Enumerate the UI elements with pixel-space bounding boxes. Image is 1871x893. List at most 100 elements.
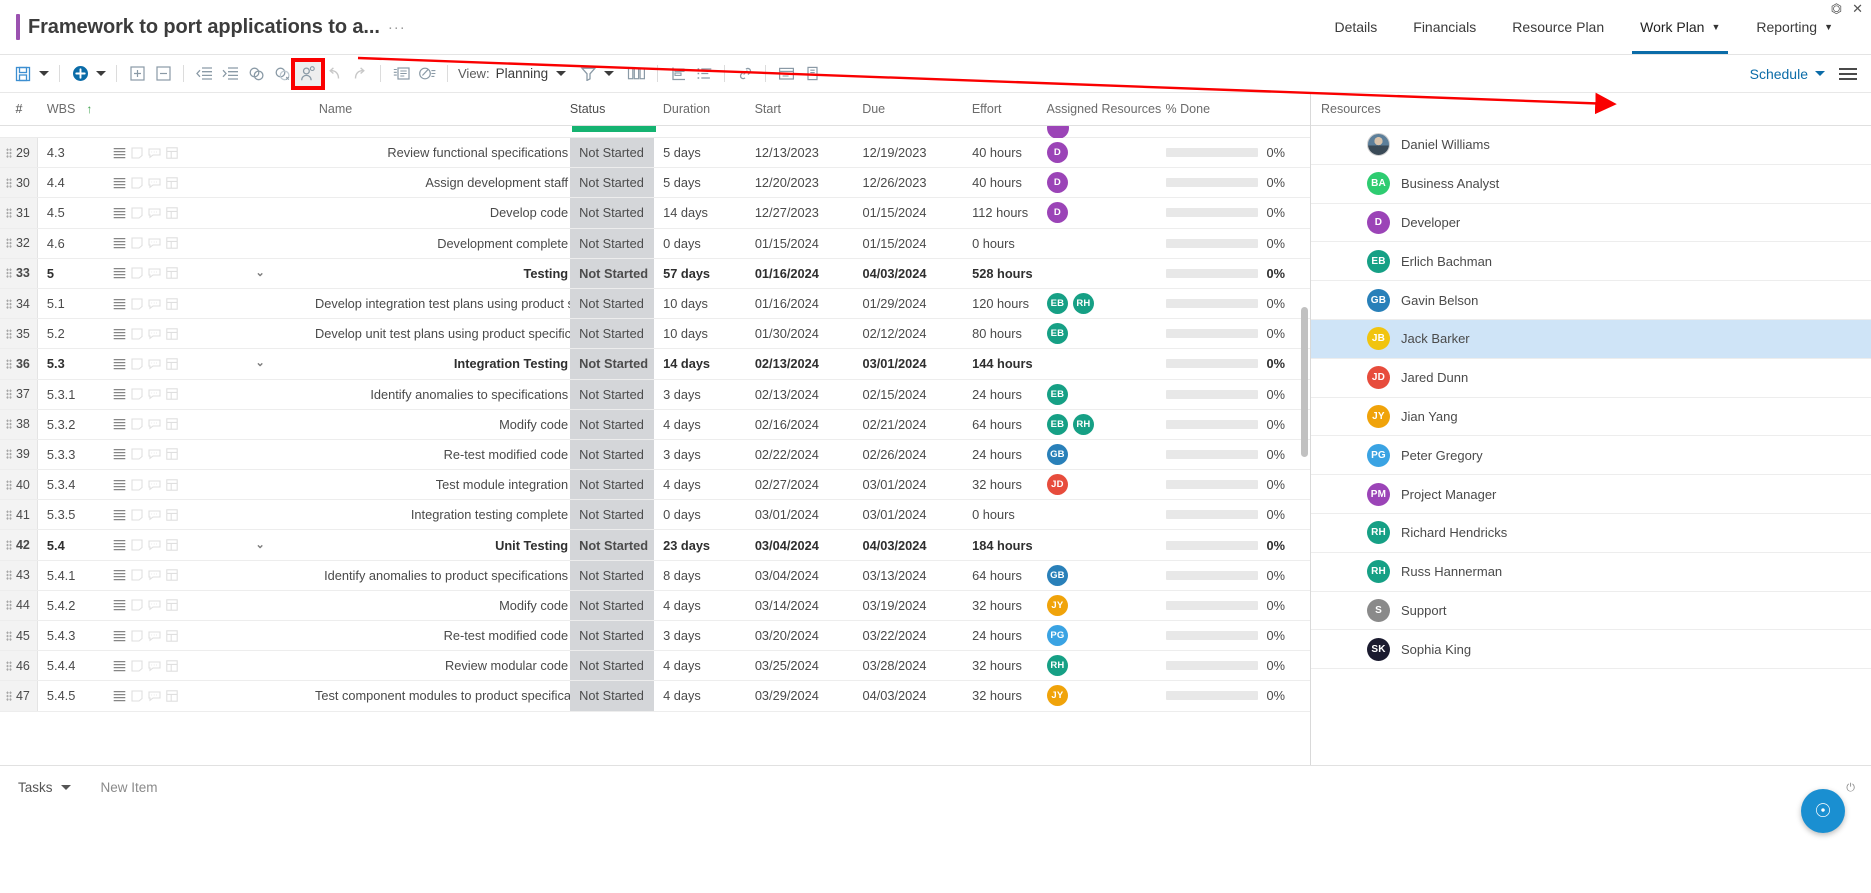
link-tasks-button[interactable] bbox=[243, 62, 269, 86]
attachment-icon[interactable] bbox=[131, 479, 143, 491]
details-icon[interactable] bbox=[165, 660, 178, 672]
grid-vertical-scrollbar[interactable] bbox=[1301, 127, 1308, 727]
collapse-all-button[interactable] bbox=[150, 62, 176, 86]
comment-icon[interactable] bbox=[148, 207, 161, 219]
column-header-done[interactable]: % Done bbox=[1161, 93, 1310, 125]
attachment-icon[interactable] bbox=[131, 328, 143, 340]
unlink-tasks-button[interactable] bbox=[269, 62, 295, 86]
details-icon[interactable] bbox=[165, 327, 178, 340]
avatar[interactable]: RH bbox=[1072, 293, 1094, 315]
notes-button[interactable] bbox=[388, 62, 414, 86]
task-menu-icon[interactable] bbox=[113, 418, 126, 430]
row-drag-handle[interactable]: 36 bbox=[0, 349, 38, 379]
cell-percent-done[interactable]: 0% bbox=[1161, 598, 1311, 613]
column-header-due[interactable]: Due bbox=[853, 93, 963, 125]
comment-icon[interactable] bbox=[148, 630, 161, 642]
attachment-icon[interactable] bbox=[131, 539, 143, 551]
table-row[interactable]: 41 5.3.5 Integration testing complete No… bbox=[0, 500, 1310, 531]
help-bubble-icon[interactable]: ☉ bbox=[1801, 789, 1845, 833]
filter-dropdown[interactable] bbox=[601, 62, 617, 86]
cell-percent-done[interactable]: 0% bbox=[1161, 356, 1311, 371]
attachment-icon[interactable] bbox=[131, 418, 143, 430]
avatar[interactable]: PG bbox=[1046, 625, 1068, 647]
comment-icon[interactable] bbox=[148, 358, 161, 370]
row-drag-handle[interactable]: 41 bbox=[0, 500, 38, 530]
task-menu-icon[interactable] bbox=[113, 207, 126, 219]
title-more-icon[interactable]: ··· bbox=[388, 19, 406, 40]
row-drag-handle[interactable]: 46 bbox=[0, 651, 38, 681]
comment-icon[interactable] bbox=[148, 509, 161, 521]
attachment-icon[interactable] bbox=[131, 177, 143, 189]
task-menu-icon[interactable] bbox=[113, 237, 126, 249]
power-icon[interactable]: ⏻ bbox=[1846, 782, 1855, 795]
cell-percent-done[interactable]: 0% bbox=[1161, 387, 1311, 402]
cell-assigned-resources[interactable]: GB bbox=[1041, 564, 1161, 586]
tasks-dropdown[interactable]: Tasks bbox=[18, 780, 71, 795]
task-menu-icon[interactable] bbox=[113, 630, 126, 642]
table-row[interactable]: 46 5.4.4 Review modular code Not Started… bbox=[0, 651, 1310, 682]
details-icon[interactable] bbox=[165, 267, 178, 280]
comment-icon[interactable] bbox=[148, 298, 161, 310]
resource-list-item[interactable]: PM Project Manager bbox=[1311, 475, 1871, 514]
cell-percent-done[interactable]: 0% bbox=[1161, 205, 1311, 220]
nav-item-details[interactable]: Details bbox=[1316, 0, 1395, 54]
avatar[interactable]: RH bbox=[1072, 413, 1094, 435]
nav-item-financials[interactable]: Financials bbox=[1395, 0, 1494, 54]
task-menu-icon[interactable] bbox=[113, 267, 126, 279]
row-drag-handle[interactable]: 42 bbox=[0, 530, 38, 560]
table-row[interactable]: 35 5.2 Develop unit test plans using pro… bbox=[0, 319, 1310, 350]
comment-icon[interactable] bbox=[148, 328, 161, 340]
row-expander[interactable]: ⌄ bbox=[205, 358, 315, 369]
details-icon[interactable] bbox=[165, 146, 178, 159]
comment-icon[interactable] bbox=[148, 660, 161, 672]
attachment-icon[interactable] bbox=[131, 599, 143, 611]
comment-icon[interactable] bbox=[148, 448, 161, 460]
row-drag-handle[interactable]: 39 bbox=[0, 439, 38, 470]
resource-list-item[interactable]: JY Jian Yang bbox=[1311, 398, 1871, 437]
row-drag-handle[interactable]: 35 bbox=[0, 319, 38, 349]
task-menu-icon[interactable] bbox=[113, 509, 126, 521]
details-icon[interactable] bbox=[165, 690, 178, 702]
cell-percent-done[interactable]: 0% bbox=[1161, 266, 1311, 281]
expand-all-button[interactable] bbox=[124, 62, 150, 86]
columns-icon[interactable] bbox=[623, 62, 650, 86]
hamburger-menu-icon[interactable] bbox=[1839, 67, 1857, 80]
undo-button[interactable] bbox=[321, 62, 347, 86]
attachment-icon[interactable] bbox=[131, 569, 143, 581]
resource-list-item[interactable]: SK Sophia King bbox=[1311, 630, 1871, 670]
table-row[interactable]: 36 5.3 ⌄ Integration Testing Not Started… bbox=[0, 349, 1311, 380]
indent-button[interactable] bbox=[217, 62, 243, 86]
details-icon[interactable] bbox=[165, 358, 178, 370]
details-icon[interactable] bbox=[165, 539, 178, 551]
attachment-icon[interactable] bbox=[131, 660, 143, 672]
comment-icon[interactable] bbox=[148, 690, 161, 702]
row-drag-handle[interactable]: 38 bbox=[0, 409, 38, 439]
table-row[interactable]: 45 5.4.3 Re-test modified code Not Start… bbox=[0, 621, 1311, 652]
details-icon[interactable] bbox=[165, 237, 178, 249]
row-drag-handle[interactable]: 32 bbox=[0, 228, 38, 258]
cell-percent-done[interactable]: 0% bbox=[1161, 236, 1311, 251]
table-row[interactable]: 29 4.3 Review functional specifications … bbox=[0, 138, 1310, 169]
cell-percent-done[interactable]: 0% bbox=[1161, 628, 1311, 643]
details-icon[interactable] bbox=[165, 478, 178, 491]
cell-percent-done[interactable]: 0% bbox=[1161, 538, 1311, 553]
row-drag-handle[interactable]: 47 bbox=[0, 681, 38, 711]
cell-assigned-resources[interactable]: JY bbox=[1041, 594, 1161, 616]
nav-item-reporting[interactable]: Reporting ▼ bbox=[1738, 0, 1851, 54]
attachment-icon[interactable] bbox=[131, 358, 143, 370]
task-menu-icon[interactable] bbox=[113, 539, 126, 551]
column-header-resources[interactable]: Assigned Resources bbox=[1041, 93, 1162, 125]
view-value[interactable]: Planning bbox=[496, 66, 549, 81]
cell-assigned-resources[interactable]: EB bbox=[1041, 383, 1161, 405]
attachment-icon[interactable] bbox=[131, 630, 143, 642]
row-drag-handle[interactable]: 45 bbox=[0, 621, 38, 651]
avatar[interactable]: GB bbox=[1046, 564, 1068, 586]
calendar-icon[interactable] bbox=[773, 62, 799, 86]
details-icon[interactable] bbox=[165, 297, 178, 310]
row-drag-handle[interactable]: 30 bbox=[0, 168, 38, 198]
save-button[interactable] bbox=[10, 62, 36, 86]
outline-list-icon[interactable] bbox=[691, 62, 717, 86]
scrollbar-thumb[interactable] bbox=[1301, 307, 1308, 457]
details-icon[interactable] bbox=[165, 177, 178, 189]
resource-list-item[interactable]: S Support bbox=[1311, 592, 1871, 631]
